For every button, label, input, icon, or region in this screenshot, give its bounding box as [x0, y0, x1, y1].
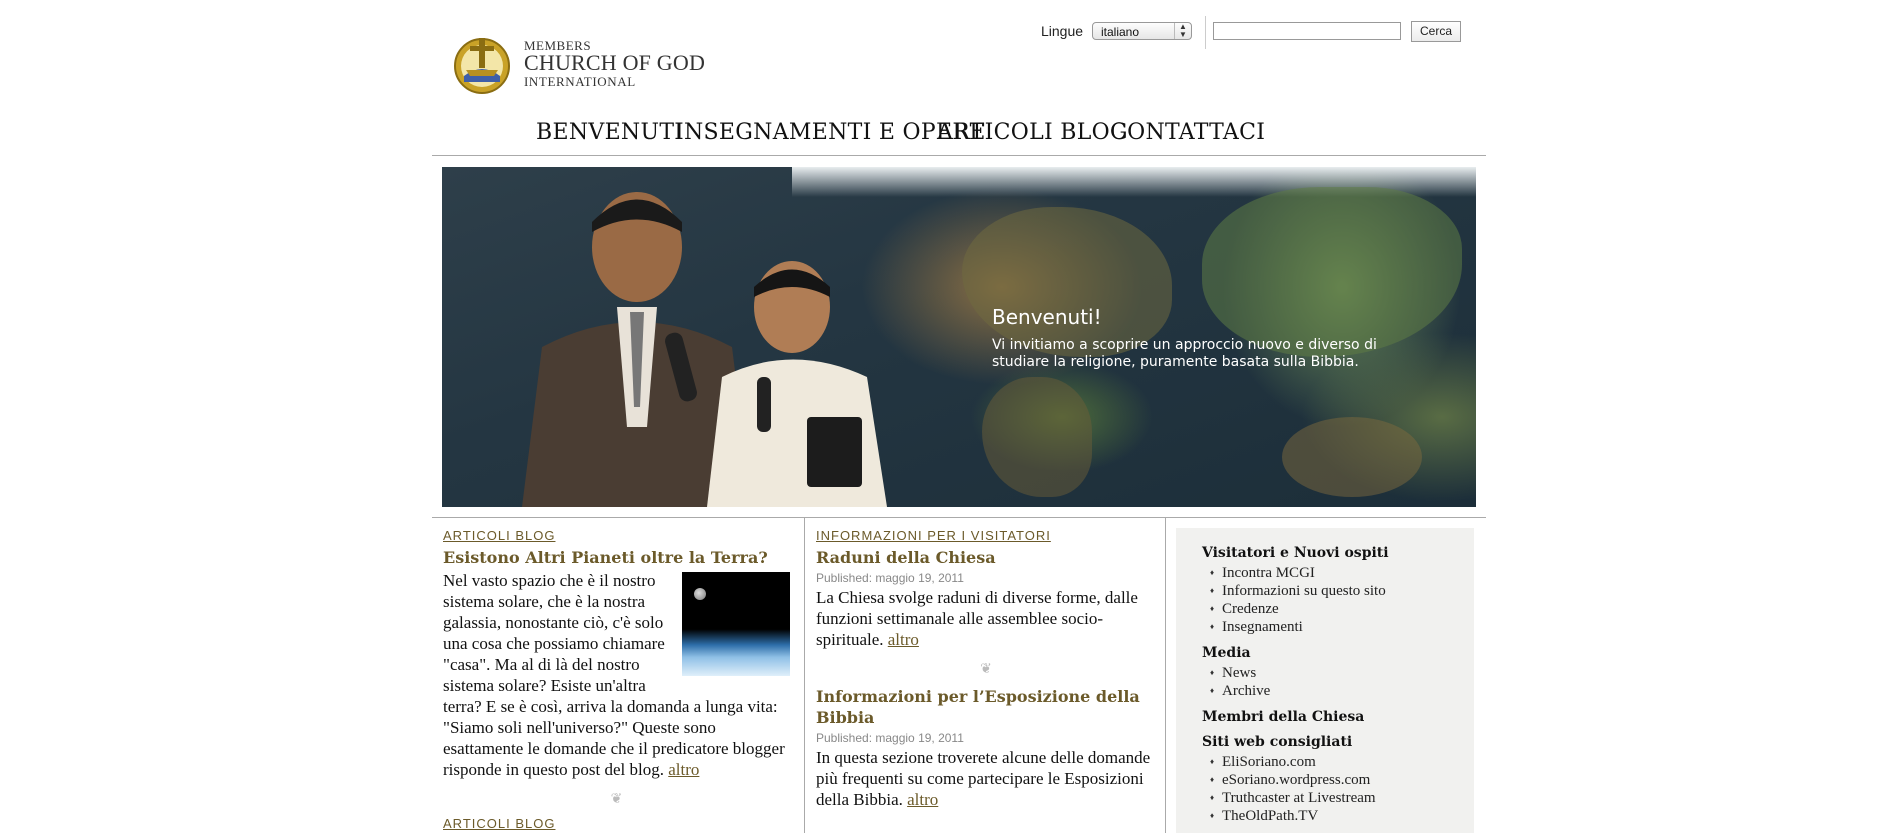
post-excerpt: La Chiesa svolge raduni di diverse forme…	[816, 587, 1156, 650]
ornament-divider-icon: ❦	[980, 661, 992, 677]
map-landmass	[962, 207, 1172, 357]
header-divider	[1205, 16, 1206, 49]
church-emblem-icon	[454, 38, 510, 94]
sidebar-heading-membri[interactable]: Membri della Chiesa	[1202, 709, 1462, 725]
read-more-link[interactable]: altro	[907, 790, 938, 809]
content-divider	[432, 517, 1486, 518]
sidebar-link-elisoriano[interactable]: EliSoriano.com	[1202, 753, 1462, 771]
blog-column: ARTICOLI BLOG Esistono Altri Pianeti olt…	[443, 528, 790, 831]
sidebar-heading-visitatori: Visitatori e Nuovi ospiti	[1202, 545, 1389, 561]
sidebar-link-informazioni[interactable]: Informazioni su questo sito	[1202, 582, 1462, 600]
section-kicker-articoli-blog[interactable]: ARTICOLI BLOG	[443, 816, 790, 831]
sidebar-link-insegnamenti[interactable]: Insegnamenti	[1202, 618, 1462, 636]
ornament-divider-icon: ❦	[610, 791, 623, 807]
nav-divider	[432, 155, 1486, 156]
map-landmass	[982, 377, 1092, 497]
earth-moon-thumbnail[interactable]	[682, 572, 790, 676]
main-nav: BENVENUTI INSEGNAMENTI E OPERE ARTICOLI …	[432, 118, 1486, 156]
read-more-link[interactable]: altro	[888, 630, 919, 649]
moon-image	[694, 588, 706, 600]
language-select[interactable]: italiano ▲ ▼	[1092, 22, 1192, 40]
post-item: Raduni della Chiesa Published: maggio 19…	[816, 547, 1156, 650]
sidebar-list-siti-web: EliSoriano.com eSoriano.wordpress.com Tr…	[1202, 753, 1462, 825]
nav-articoli-blog[interactable]: ARTICOLI BLOG	[937, 120, 1128, 145]
banner-title: Benvenuti!	[992, 305, 1102, 329]
post-title[interactable]: Raduni della Chiesa	[816, 547, 1156, 568]
site-logo[interactable]: MEMBERS CHURCH OF GOD INTERNATIONAL	[452, 32, 712, 96]
sidebar-link-truthcaster[interactable]: Truthcaster at Livestream	[1202, 789, 1462, 807]
post-title[interactable]: Informazioni per l’Esposizione della Bib…	[816, 686, 1156, 728]
post-excerpt-text: In questa sezione troverete alcune delle…	[816, 748, 1151, 809]
sidebar-link-archive[interactable]: Archive	[1202, 682, 1462, 700]
sidebar-content: Visitatori e Nuovi ospiti Incontra MCGI …	[1202, 545, 1462, 834]
column-divider	[1165, 518, 1166, 833]
map-landmass	[1282, 417, 1422, 497]
section-kicker-informazioni[interactable]: INFORMAZIONI PER I VISITATORI	[816, 528, 1156, 543]
search-input[interactable]	[1213, 22, 1401, 40]
sidebar-link-theoldpath[interactable]: TheOldPath.TV	[1202, 807, 1462, 825]
banner-text: Vi invitiamo a scoprire un approccio nuo…	[992, 337, 1377, 370]
select-arrows-icon: ▲ ▼	[1174, 23, 1191, 39]
sidebar-link-incontra-mcgi[interactable]: Incontra MCGI	[1202, 564, 1462, 582]
search-button[interactable]: Cerca	[1411, 21, 1461, 42]
nav-benvenuti[interactable]: BENVENUTI	[536, 120, 683, 145]
sidebar-list-media: News Archive	[1202, 664, 1462, 700]
sidebar-list-visitatori: Incontra MCGI Informazioni su questo sit…	[1202, 564, 1462, 636]
sidebar: Visitatori e Nuovi ospiti Incontra MCGI …	[1176, 528, 1474, 833]
post-excerpt: Nel vasto spazio che è il nostro sistema…	[443, 570, 790, 780]
language-selected-value: italiano	[1101, 25, 1140, 39]
page: MEMBERS CHURCH OF GOD INTERNATIONAL Ling…	[432, 0, 1486, 833]
hero-banner[interactable]: Benvenuti! Vi invitiamo a scoprire un ap…	[442, 167, 1476, 507]
visitors-column: INFORMAZIONI PER I VISITATORI Raduni del…	[816, 528, 1156, 810]
map-landmass	[1202, 187, 1462, 357]
section-kicker-articoli-blog[interactable]: ARTICOLI BLOG	[443, 528, 790, 543]
column-divider	[804, 518, 805, 833]
read-more-link[interactable]: altro	[668, 760, 699, 779]
sidebar-link-credenze[interactable]: Credenze	[1202, 600, 1462, 618]
preacher-photo	[707, 261, 887, 507]
post-item: Informazioni per l’Esposizione della Bib…	[816, 686, 1156, 810]
nav-contattaci[interactable]: CONTATTACI	[1110, 120, 1265, 145]
logo-line-international: INTERNATIONAL	[524, 74, 636, 89]
post-excerpt: In questa sezione troverete alcune delle…	[816, 747, 1156, 810]
sidebar-link-esoriano[interactable]: eSoriano.wordpress.com	[1202, 771, 1462, 789]
language-label: Lingue	[1041, 23, 1084, 39]
sidebar-link-news[interactable]: News	[1202, 664, 1462, 682]
post-date: Published: maggio 19, 2011	[816, 571, 964, 585]
post-title[interactable]: Esistono Altri Pianeti oltre la Terra?	[443, 547, 790, 568]
sidebar-heading-siti-web: Siti web consigliati	[1202, 734, 1353, 750]
sidebar-heading-media: Media	[1202, 645, 1251, 661]
post-date: Published: maggio 19, 2011	[816, 731, 964, 745]
post-excerpt-text: La Chiesa svolge raduni di diverse forme…	[816, 588, 1138, 649]
logo-line-church: CHURCH OF GOD	[524, 50, 706, 75]
